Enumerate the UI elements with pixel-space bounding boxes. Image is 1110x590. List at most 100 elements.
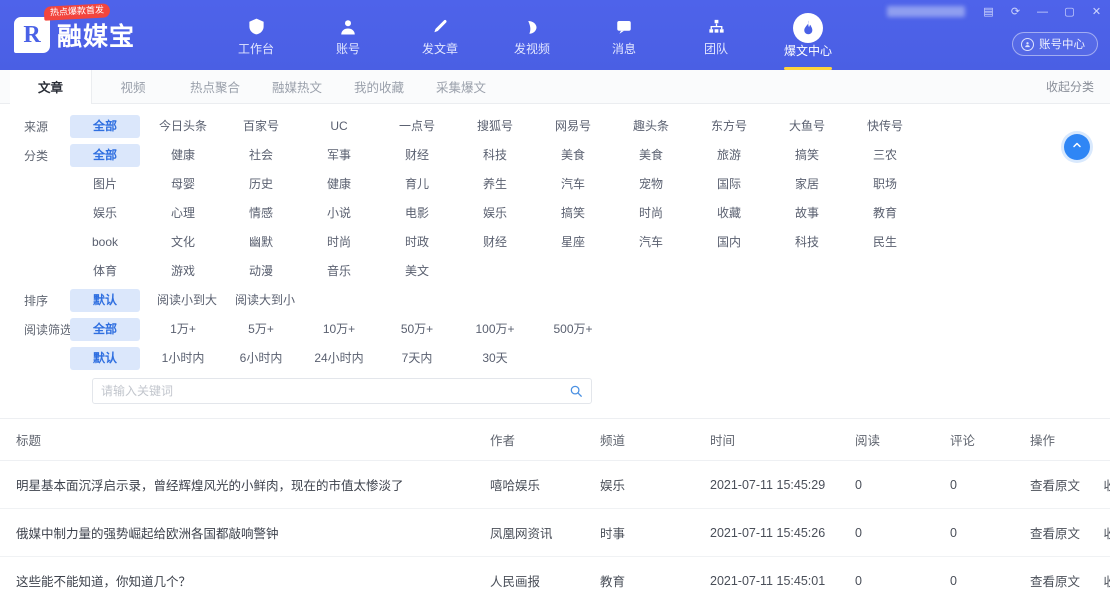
favorite-button[interactable]: 收藏 (1104, 479, 1110, 493)
category-option[interactable]: 社会 (226, 144, 296, 167)
tab-hot-aggregation[interactable]: 热点聚合 (174, 70, 256, 103)
read-option[interactable]: 1万+ (148, 318, 218, 341)
scroll-to-top-button[interactable] (1064, 134, 1090, 160)
column-header-time[interactable]: 时间 (710, 419, 855, 461)
category-option[interactable]: book (70, 231, 140, 254)
category-option[interactable]: 搞笑 (772, 144, 842, 167)
time-option[interactable]: 30天 (460, 347, 530, 370)
category-option[interactable]: 音乐 (304, 260, 374, 283)
category-option[interactable]: 体育 (70, 260, 140, 283)
category-option[interactable]: 星座 (538, 231, 608, 254)
read-option[interactable]: 50万+ (382, 318, 452, 341)
category-option[interactable]: 幽默 (226, 231, 296, 254)
view-original-button[interactable]: 查看原文 (1030, 575, 1080, 589)
tab-collected-hot[interactable]: 采集爆文 (420, 70, 502, 103)
category-option[interactable]: 全部 (70, 144, 140, 167)
time-option[interactable]: 6小时内 (226, 347, 296, 370)
source-option[interactable]: 快传号 (850, 115, 920, 138)
category-option[interactable]: 美食 (616, 144, 686, 167)
table-row[interactable]: 明星基本面沉浮启示录，曾经辉煌风光的小鲜肉，现在的市值太惨淡了 嘻哈娱乐 娱乐 … (0, 461, 1110, 509)
maximize-button[interactable]: ▢ (1062, 4, 1077, 19)
tab-rongmei-hot[interactable]: 融媒热文 (256, 70, 338, 103)
source-option[interactable]: 一点号 (382, 115, 452, 138)
category-option[interactable]: 健康 (148, 144, 218, 167)
tab-my-favorites[interactable]: 我的收藏 (338, 70, 420, 103)
category-option[interactable]: 军事 (304, 144, 374, 167)
favorite-button[interactable]: 收藏 (1104, 527, 1110, 541)
tab-articles[interactable]: 文章 (10, 70, 92, 103)
category-option[interactable]: 美食 (538, 144, 608, 167)
category-option[interactable]: 国内 (694, 231, 764, 254)
column-header-comment[interactable]: 评论 (950, 419, 1030, 461)
nav-item-messages[interactable]: 消息 (578, 0, 670, 70)
category-option[interactable]: 三农 (850, 144, 920, 167)
view-original-button[interactable]: 查看原文 (1030, 527, 1080, 541)
category-option[interactable]: 教育 (850, 202, 920, 225)
category-option[interactable]: 动漫 (226, 260, 296, 283)
row-title[interactable]: 这些能不能知道，你知道几个？ (16, 575, 191, 589)
account-center-button[interactable]: 账号中心 (1012, 32, 1098, 56)
category-option[interactable]: 科技 (772, 231, 842, 254)
collapse-categories-link[interactable]: 收起分类 (1046, 70, 1094, 103)
view-original-button[interactable]: 查看原文 (1030, 479, 1080, 493)
source-option[interactable]: 搜狐号 (460, 115, 530, 138)
refresh-button[interactable]: ⟳ (1008, 4, 1023, 19)
column-header-channel[interactable]: 频道 (600, 419, 710, 461)
category-option[interactable]: 游戏 (148, 260, 218, 283)
minimize-button[interactable]: — (1035, 4, 1050, 19)
read-option[interactable]: 10万+ (304, 318, 374, 341)
time-option[interactable]: 7天内 (382, 347, 452, 370)
category-option[interactable]: 娱乐 (70, 202, 140, 225)
category-option[interactable]: 搞笑 (538, 202, 608, 225)
source-option[interactable]: 网易号 (538, 115, 608, 138)
read-option[interactable]: 5万+ (226, 318, 296, 341)
read-option[interactable]: 全部 (70, 318, 140, 341)
snapshot-button[interactable]: ▤ (981, 4, 996, 19)
category-option[interactable]: 健康 (304, 173, 374, 196)
category-option[interactable]: 心理 (148, 202, 218, 225)
close-button[interactable]: ✕ (1089, 4, 1104, 19)
table-row[interactable]: 这些能不能知道，你知道几个？ 人民画报 教育 2021-07-11 15:45:… (0, 557, 1110, 590)
category-option[interactable]: 旅游 (694, 144, 764, 167)
source-option[interactable]: 东方号 (694, 115, 764, 138)
source-option[interactable]: 全部 (70, 115, 140, 138)
sort-option[interactable]: 默认 (70, 289, 140, 312)
category-option[interactable]: 小说 (304, 202, 374, 225)
source-option[interactable]: 今日头条 (148, 115, 218, 138)
search-box[interactable] (92, 378, 592, 404)
time-option[interactable]: 默认 (70, 347, 140, 370)
category-option[interactable]: 母婴 (148, 173, 218, 196)
category-option[interactable]: 时尚 (304, 231, 374, 254)
category-option[interactable]: 图片 (70, 173, 140, 196)
table-row[interactable]: 俄媒中制力量的强势崛起给欧洲各国都敲响警钟 凤凰网资讯 时事 2021-07-1… (0, 509, 1110, 557)
column-header-read[interactable]: 阅读 (855, 419, 950, 461)
source-option[interactable]: 大鱼号 (772, 115, 842, 138)
category-option[interactable]: 时政 (382, 231, 452, 254)
category-option[interactable]: 家居 (772, 173, 842, 196)
nav-item-publish-article[interactable]: 发文章 (394, 0, 486, 70)
search-icon[interactable] (569, 384, 583, 398)
sort-option[interactable]: 阅读大到小 (226, 289, 304, 312)
category-option[interactable]: 养生 (460, 173, 530, 196)
search-input[interactable] (101, 384, 569, 398)
column-header-author[interactable]: 作者 (490, 419, 600, 461)
category-option[interactable]: 宠物 (616, 173, 686, 196)
nav-item-workbench[interactable]: 工作台 (210, 0, 302, 70)
source-option[interactable]: UC (304, 115, 374, 138)
category-option[interactable]: 科技 (460, 144, 530, 167)
row-title[interactable]: 明星基本面沉浮启示录，曾经辉煌风光的小鲜肉，现在的市值太惨淡了 (16, 479, 404, 493)
read-option[interactable]: 100万+ (460, 318, 530, 341)
category-option[interactable]: 育儿 (382, 173, 452, 196)
logo[interactable]: R 融媒宝 热点爆款首发 (0, 0, 200, 70)
category-option[interactable]: 国际 (694, 173, 764, 196)
source-option[interactable]: 百家号 (226, 115, 296, 138)
column-header-title[interactable]: 标题 (0, 419, 490, 461)
category-option[interactable]: 汽车 (538, 173, 608, 196)
category-option[interactable]: 收藏 (694, 202, 764, 225)
category-option[interactable]: 财经 (382, 144, 452, 167)
category-option[interactable]: 职场 (850, 173, 920, 196)
category-option[interactable]: 财经 (460, 231, 530, 254)
tab-videos[interactable]: 视频 (92, 70, 174, 103)
time-option[interactable]: 1小时内 (148, 347, 218, 370)
favorite-button[interactable]: 收藏 (1104, 575, 1110, 589)
